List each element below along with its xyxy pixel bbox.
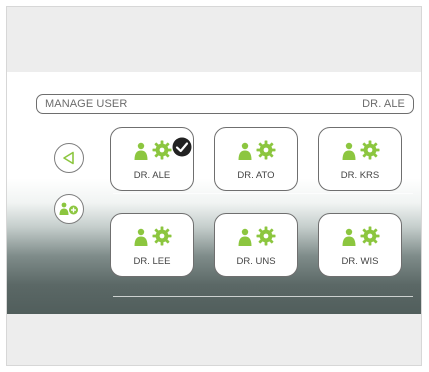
user-tile[interactable]: DR. KRS xyxy=(318,127,402,191)
user-tile[interactable]: DR. ATO xyxy=(214,127,298,191)
user-tile[interactable]: DR. ALE xyxy=(110,127,194,191)
bottom-divider xyxy=(113,296,413,297)
selected-check-icon xyxy=(172,137,192,157)
add-user-button[interactable] xyxy=(54,194,84,224)
user-tile[interactable]: DR. UNS xyxy=(214,213,298,277)
gear-icon xyxy=(152,226,171,246)
gear-icon xyxy=(256,140,275,160)
user-tile-label: DR. WIS xyxy=(341,256,379,267)
gear-icon xyxy=(256,226,275,246)
person-icon xyxy=(238,142,251,160)
user-tile-label: DR. LEE xyxy=(133,256,171,267)
user-settings-icon xyxy=(319,138,401,160)
user-settings-icon xyxy=(319,224,401,246)
user-tile-label: DR. UNS xyxy=(236,256,276,267)
user-tile-label: DR. ATO xyxy=(237,170,275,181)
person-icon xyxy=(238,228,251,246)
back-button[interactable] xyxy=(54,143,84,173)
person-icon xyxy=(342,228,355,246)
person-icon xyxy=(342,142,355,160)
user-tile[interactable]: DR. WIS xyxy=(318,213,402,277)
add-user-icon xyxy=(59,202,78,215)
user-tile-label: DR. KRS xyxy=(340,170,380,181)
person-icon xyxy=(134,228,147,246)
current-user-label: DR. ALE xyxy=(362,98,405,110)
back-triangle-icon xyxy=(63,151,74,165)
user-tile-label: DR. ALE xyxy=(133,170,171,181)
row-divider xyxy=(113,193,413,194)
user-settings-icon xyxy=(215,138,297,160)
manage-user-bar: MANAGE USER DR. ALE xyxy=(36,94,414,114)
manage-user-title: MANAGE USER xyxy=(45,98,128,110)
gear-icon xyxy=(152,140,171,160)
user-tile[interactable]: DR. LEE xyxy=(110,213,194,277)
device-screen: MANAGE USER DR. ALE DR. ALE DR. ATO DR. KR… xyxy=(6,6,422,366)
gear-icon xyxy=(360,226,379,246)
gear-icon xyxy=(360,140,379,160)
user-settings-icon xyxy=(111,224,193,246)
person-icon xyxy=(134,142,147,160)
user-settings-icon xyxy=(215,224,297,246)
